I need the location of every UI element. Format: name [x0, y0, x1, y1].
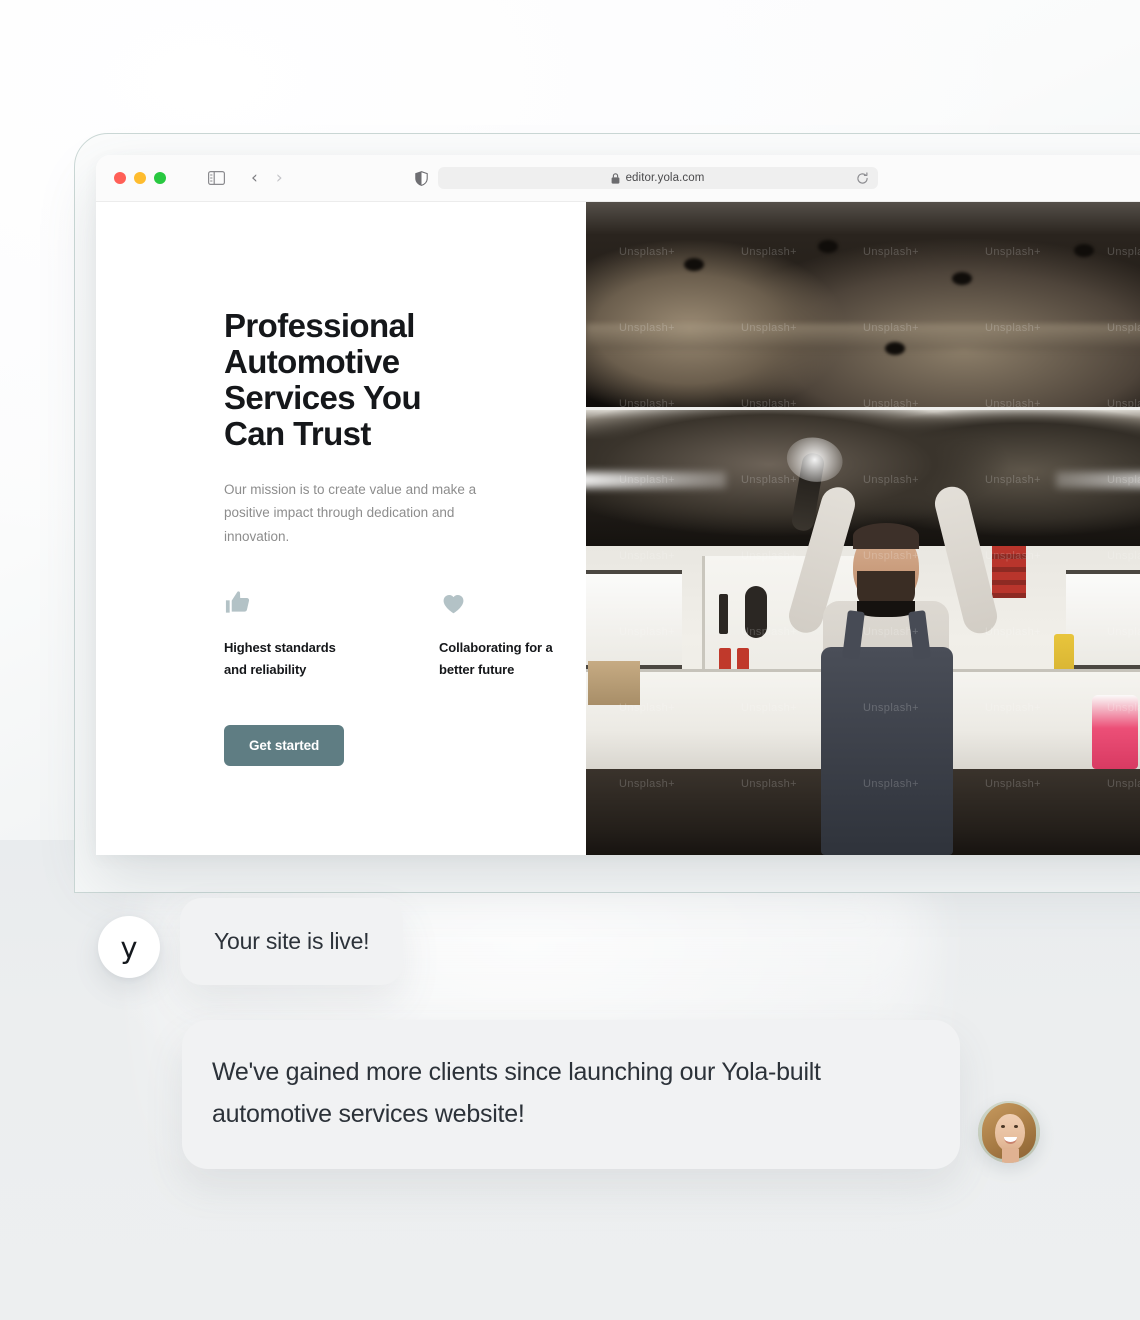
chat-bubble: We've gained more clients since launchin… [182, 1020, 960, 1169]
minimize-window-button[interactable] [134, 172, 146, 184]
browser-toolbar: ‹ › editor.yola.com [96, 155, 1140, 202]
hanging-tool [719, 594, 728, 634]
bolt-icon [885, 342, 905, 355]
avatar-neck [1002, 1149, 1019, 1163]
reload-icon[interactable] [856, 172, 869, 185]
page-title: Professional Automotive Services You Can… [224, 308, 474, 452]
thumbs-up-icon [224, 588, 356, 618]
mechanic-collar [857, 601, 915, 617]
url-text: editor.yola.com [626, 172, 705, 184]
yola-logo-letter: y [120, 934, 137, 963]
garage-photo [586, 410, 1140, 855]
garage-window [586, 570, 682, 670]
sidebar-toggle-icon[interactable] [208, 171, 225, 185]
mechanic-hair [853, 523, 919, 549]
window-controls [114, 172, 166, 184]
navigation-arrows: ‹ › [251, 170, 283, 187]
hero-subtitle: Our mission is to create value and make … [224, 478, 506, 548]
car-underside-band [586, 202, 1140, 407]
feature-label: Collaborating for a better future [439, 637, 571, 681]
yola-logo-avatar: y [98, 916, 160, 978]
pink-fluid-jug [1092, 695, 1138, 769]
cardboard-box [588, 661, 640, 705]
feature-label: Highest standards and reliability [224, 637, 356, 681]
bolt-icon [818, 240, 838, 253]
feature-item: Collaborating for a better future [439, 588, 571, 681]
chevron-left-icon[interactable]: ‹ [251, 170, 258, 187]
chat-bubble: Your site is live! [180, 898, 403, 985]
chat-message-yola: y Your site is live! [98, 898, 403, 985]
shop-light [586, 472, 726, 488]
maximize-window-button[interactable] [154, 172, 166, 184]
bolt-icon [1074, 244, 1094, 257]
hero-image: Unsplash+ Unsplash+ Unsplash+ Unsplash+ … [586, 202, 1140, 855]
avatar-face [995, 1114, 1025, 1152]
website-preview: Professional Automotive Services You Can… [96, 202, 1140, 855]
hero-text-column: Professional Automotive Services You Can… [96, 202, 586, 855]
feature-list: Highest standards and reliability Collab… [224, 588, 586, 681]
mechanic-overalls [821, 647, 953, 855]
exhaust-pipe [586, 324, 1140, 350]
feature-item: Highest standards and reliability [224, 588, 356, 681]
shield-icon[interactable] [415, 171, 428, 186]
garage-window [1066, 570, 1140, 670]
avatar-eye [1014, 1125, 1018, 1128]
heart-icon [439, 588, 571, 618]
browser-window: ‹ › editor.yola.com [96, 155, 1140, 855]
bolt-icon [684, 258, 704, 271]
avatar-eye [1001, 1125, 1005, 1128]
mechanic-figure [761, 435, 1021, 855]
chevron-right-icon[interactable]: › [276, 170, 283, 187]
bolt-icon [952, 272, 972, 285]
shop-light [1056, 472, 1140, 488]
url-input[interactable]: editor.yola.com [438, 167, 878, 189]
close-window-button[interactable] [114, 172, 126, 184]
avatar [978, 1101, 1040, 1163]
get-started-button[interactable]: Get started [224, 725, 344, 766]
chat-message-customer: We've gained more clients since launchin… [182, 1020, 1040, 1169]
lock-icon [611, 173, 620, 184]
